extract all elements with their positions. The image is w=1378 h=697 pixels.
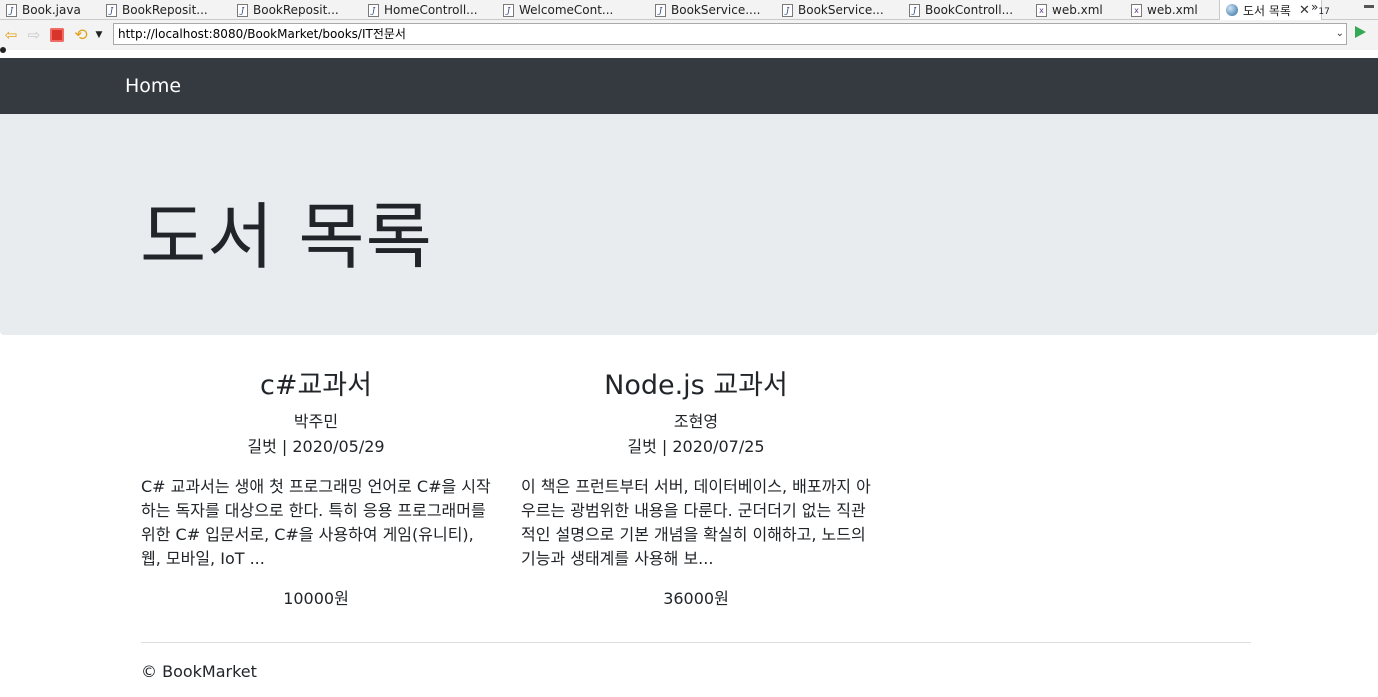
book-description: C# 교과서는 생애 첫 프로그래밍 언어로 C#을 시작하는 독자를 대상으로… xyxy=(141,477,491,568)
java-file-icon: J xyxy=(909,3,920,17)
nav-home-link[interactable]: Home xyxy=(125,75,181,97)
overflow-count: 17 xyxy=(1318,7,1330,17)
book-description: 이 책은 프런트부터 서버, 데이터베이스, 배포까지 아우르는 광범위한 내용… xyxy=(521,477,871,568)
browser-toolbar: ⇦ ⇨ ⟲ ▼ http://localhost:8080/BookMarket… xyxy=(0,20,1378,50)
editor-tab-label: web.xml xyxy=(1147,3,1198,17)
editor-tab-label: BookControll... xyxy=(925,3,1014,17)
back-arrow-icon[interactable]: ⇦ xyxy=(2,26,20,44)
java-file-icon: J xyxy=(237,3,248,17)
page-title: 도서 목록 xyxy=(140,195,433,279)
editor-tab-bookservice[interactable]: J BookService.... xyxy=(649,0,776,20)
close-icon[interactable]: ✕ xyxy=(1299,3,1310,18)
status-dot xyxy=(0,47,6,53)
editor-tab-bookservice-impl[interactable]: J BookService... xyxy=(776,0,903,20)
dropdown-arrow-icon[interactable]: ▼ xyxy=(92,26,106,44)
java-file-icon: J xyxy=(655,3,666,17)
editor-tab-label: BookService... xyxy=(798,3,884,17)
editor-tab-bookrepository-impl[interactable]: J BookReposit... xyxy=(231,0,362,20)
editor-tab-label: HomeControll... xyxy=(384,3,478,17)
java-file-icon: J xyxy=(368,3,379,17)
url-text: http://localhost:8080/BookMarket/books/I… xyxy=(118,27,406,41)
editor-tab-label: Book.java xyxy=(22,3,81,17)
editor-tab-label: 도서 목록 xyxy=(1243,3,1291,18)
book-title: c#교과서 xyxy=(260,370,372,401)
overflow-chevron-icon: » xyxy=(1311,0,1319,14)
url-input[interactable]: http://localhost:8080/BookMarket/books/I… xyxy=(113,23,1347,45)
footer-divider xyxy=(141,642,1251,643)
book-price: 10000원 xyxy=(283,589,349,608)
editor-tab-book-list-browser[interactable]: 도서 목록 ✕ xyxy=(1219,0,1322,20)
jumbotron: 도서 목록 xyxy=(0,114,1378,335)
xml-file-icon: x xyxy=(1131,3,1142,17)
editor-tab-web-xml-2[interactable]: x web.xml xyxy=(1125,0,1219,20)
editor-tab-label: WelcomeCont... xyxy=(519,3,614,17)
editor-tab-bookcontroller[interactable]: J BookControll... xyxy=(903,0,1030,20)
globe-icon xyxy=(1226,4,1238,16)
navbar: Home xyxy=(0,58,1378,114)
book-title: Node.js 교과서 xyxy=(604,370,788,401)
editor-tab-bookrepository[interactable]: J BookReposit... xyxy=(100,0,231,20)
editor-tab-label: web.xml xyxy=(1052,3,1103,17)
book-card: c#교과서 박주민 길벗 | 2020/05/29 C# 교과서는 생애 첫 프… xyxy=(141,366,491,609)
stop-icon[interactable] xyxy=(50,28,64,42)
editor-tab-welcomecontroller[interactable]: J WelcomeCont... xyxy=(497,0,649,20)
book-publisher-date: 길벗 | 2020/05/29 xyxy=(247,437,385,456)
book-author: 조현영 xyxy=(673,412,719,431)
refresh-icon[interactable]: ⟲ xyxy=(72,26,90,44)
go-play-icon[interactable] xyxy=(1355,26,1366,38)
footer-copyright: © BookMarket xyxy=(141,662,257,681)
editor-tab-web-xml[interactable]: x web.xml xyxy=(1030,0,1125,20)
java-file-icon: J xyxy=(6,3,17,17)
editor-tab-label: BookService.... xyxy=(671,3,761,17)
book-publisher-date: 길벗 | 2020/07/25 xyxy=(627,437,765,456)
book-price: 36000원 xyxy=(663,589,729,608)
xml-file-icon: x xyxy=(1036,3,1047,17)
editor-tab-strip: J Book.java J BookReposit... J BookRepos… xyxy=(0,0,1378,20)
editor-tab-homecontroller[interactable]: J HomeControll... xyxy=(362,0,497,20)
editor-tab-book-java[interactable]: J Book.java xyxy=(0,0,100,20)
java-file-icon: J xyxy=(503,3,514,17)
java-file-icon: J xyxy=(106,3,117,17)
tab-overflow-button[interactable]: » 17 xyxy=(1311,0,1330,20)
editor-tab-label: BookReposit... xyxy=(122,3,208,17)
editor-tab-label: BookReposit... xyxy=(253,3,339,17)
java-file-icon: J xyxy=(782,3,793,17)
chevron-down-icon[interactable]: ⌄ xyxy=(1336,24,1344,44)
forward-arrow-icon[interactable]: ⇨ xyxy=(25,26,43,44)
book-author: 박주민 xyxy=(293,412,339,431)
minimize-icon[interactable] xyxy=(1364,5,1374,8)
book-card: Node.js 교과서 조현영 길벗 | 2020/07/25 이 책은 프런트… xyxy=(521,366,871,609)
